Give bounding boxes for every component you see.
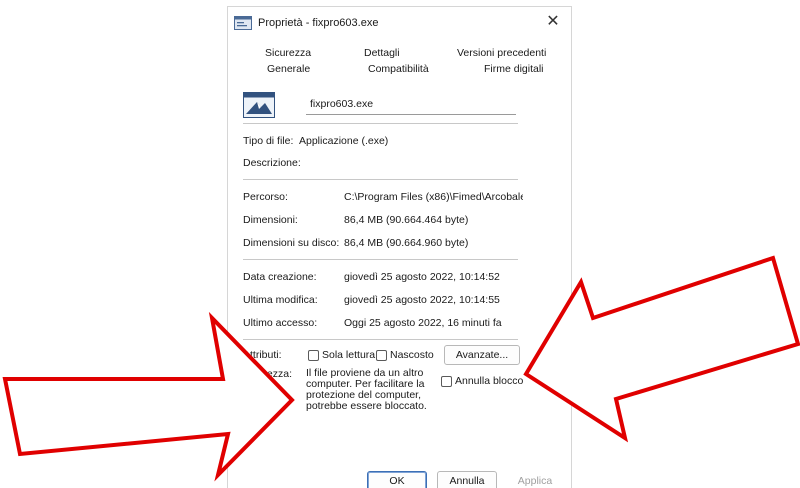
security-message-line: potrebbe essere bloccato. [306,400,427,412]
readonly-checkbox[interactable] [308,350,319,361]
hidden-checkbox[interactable] [376,350,387,361]
tab-firme-digitali[interactable]: Firme digitali [484,63,544,75]
accessed-label: Ultimo accesso: [243,317,318,329]
accessed-value: Oggi 25 agosto 2022, 16 minuti fa [344,317,502,329]
tab-compatibilita[interactable]: Compatibilità [368,63,429,75]
created-value: giovedì 25 agosto 2022, 10:14:52 [344,271,500,283]
divider [243,259,518,260]
unblock-checkbox[interactable] [441,376,452,387]
description-label: Descrizione: [243,157,301,169]
tab-generale[interactable]: Generale [267,63,310,75]
readonly-label[interactable]: Sola lettura [322,349,375,361]
security-label: Sicurezza: [243,368,293,380]
disk-size-label: Dimensioni su disco: [243,237,340,249]
divider [243,123,518,124]
apply-button[interactable]: Applica [507,471,563,488]
tab-strip: Sicurezza Dettagli Versioni precedenti G… [228,47,571,81]
application-icon [243,92,275,118]
attributes-label: Attributi: [243,349,282,361]
path-label: Percorso: [243,191,288,203]
divider [243,179,518,180]
modified-value: giovedì 25 agosto 2022, 10:14:55 [344,294,500,306]
title-bar: Proprietà - fixpro603.exe ✕ [228,7,571,37]
path-value: C:\Program Files (x86)\Fimed\Arcobaleno\… [344,191,523,203]
modified-label: Ultima modifica: [243,294,318,306]
unblock-label[interactable]: Annulla blocco [455,375,523,387]
window-icon [234,16,252,30]
size-value: 86,4 MB (90.664.464 byte) [344,214,469,226]
filename-field[interactable]: fixpro603.exe [306,95,516,115]
disk-size-value: 86,4 MB (90.664.960 byte) [344,237,469,249]
file-type-label: Tipo di file: [243,135,294,147]
tab-versioni-precedenti[interactable]: Versioni precedenti [457,47,546,59]
divider [243,339,518,340]
close-button[interactable]: ✕ [541,11,565,33]
created-label: Data creazione: [243,271,317,283]
advanced-button[interactable]: Avanzate... [444,345,520,365]
properties-dialog: Proprietà - fixpro603.exe ✕ Sicurezza De… [227,6,572,488]
ok-button[interactable]: OK [367,471,427,488]
security-message: Il file proviene da un altro computer. P… [306,368,436,412]
size-label: Dimensioni: [243,214,298,226]
hidden-label[interactable]: Nascosto [390,349,434,361]
tab-dettagli[interactable]: Dettagli [364,47,400,59]
cancel-button[interactable]: Annulla [437,471,497,488]
window-title: Proprietà - fixpro603.exe [258,17,379,29]
file-type-value: Applicazione (.exe) [299,135,389,147]
tab-sicurezza[interactable]: Sicurezza [265,47,311,59]
